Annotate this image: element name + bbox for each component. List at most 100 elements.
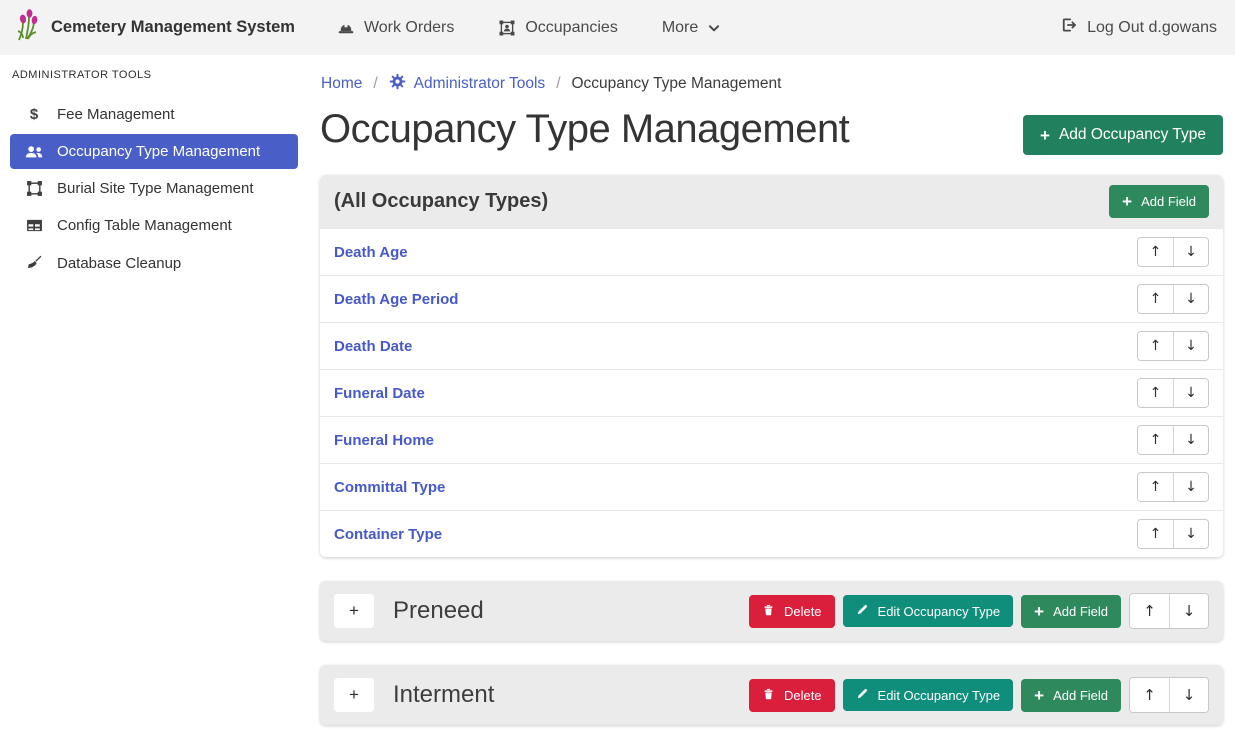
sidebar-item-label: Occupancy Type Management [57,143,260,160]
reorder-group: ↑ ↓ [1137,519,1209,549]
edit-label: Edit Occupancy Type [878,604,1001,619]
move-up-button[interactable]: ↑ [1138,426,1173,454]
delete-button[interactable]: Delete [749,595,835,628]
move-up-button[interactable]: ↑ [1138,473,1173,501]
move-up-button[interactable]: ↑ [1138,332,1173,360]
breadcrumb-admin-tools-label: Administrator Tools [414,75,546,93]
broom-icon [24,254,44,272]
field-row: Funeral Date ↑ ↓ [320,369,1223,416]
logout-label: Log Out d.gowans [1087,19,1217,37]
section-title: Interment [393,681,494,709]
brand[interactable]: Cemetery Management System [14,9,295,46]
sidebar-item-database-cleanup[interactable]: Database Cleanup [10,245,298,281]
main-content: Home / [308,55,1235,738]
move-up-button[interactable]: ↑ [1138,379,1173,407]
sign-out-icon [1060,16,1078,39]
breadcrumb-current: Occupancy Type Management [572,75,782,93]
logout-button[interactable]: Log Out d.gowans [1060,16,1217,39]
dollar-icon: $ [24,106,44,123]
add-occupancy-type-button[interactable]: + Add Occupancy Type [1023,115,1223,155]
delete-label: Delete [784,688,822,703]
card-title: (All Occupancy Types) [334,190,548,213]
move-down-button[interactable]: ↓ [1173,426,1208,454]
sidebar-item-label: Database Cleanup [57,255,181,272]
move-down-button[interactable]: ↓ [1173,379,1208,407]
move-down-button[interactable]: ↓ [1173,520,1208,548]
sidebar-item-burial-site-type-management[interactable]: Burial Site Type Management [10,171,298,206]
move-down-button[interactable]: ↓ [1173,473,1208,501]
nav-work-orders[interactable]: Work Orders [337,19,454,37]
move-up-button[interactable]: ↑ [1130,678,1169,712]
add-field-button[interactable]: + Add Field [1109,185,1209,218]
field-link[interactable]: Funeral Date [334,385,425,402]
users-icon [24,144,44,160]
plus-icon: + [1034,603,1044,620]
breadcrumb: Home / [321,73,1223,95]
move-down-button[interactable]: ↓ [1169,594,1208,628]
reorder-group: ↑ ↓ [1137,284,1209,314]
vector-square-icon [24,180,44,197]
sidebar-item-config-table-management[interactable]: Config Table Management [10,208,298,243]
edit-occupancy-type-button[interactable]: Edit Occupancy Type [843,679,1014,711]
nav-more[interactable]: More [662,19,721,37]
reorder-group: ↑ ↓ [1137,237,1209,267]
main-nav: Work Orders Occupancies More [337,19,721,37]
edit-occupancy-type-button[interactable]: Edit Occupancy Type [843,595,1014,627]
add-field-label: Add Field [1053,604,1108,619]
reorder-group: ↑ ↓ [1129,677,1209,713]
nav-occupancies-label: Occupancies [525,19,618,37]
occupancy-type-section-preneed: + Preneed Delete [320,581,1223,641]
field-row: Death Date ↑ ↓ [320,322,1223,369]
move-up-button[interactable]: ↑ [1138,520,1173,548]
sidebar-item-occupancy-type-management[interactable]: Occupancy Type Management [10,134,298,169]
move-up-button[interactable]: ↑ [1130,594,1169,628]
field-link[interactable]: Container Type [334,526,442,543]
sidebar-section-title: ADMINISTRATOR TOOLS [0,59,308,95]
expand-button[interactable]: + [334,594,374,628]
occupancy-square-icon [498,19,516,37]
breadcrumb-admin-tools-link[interactable]: Administrator Tools [389,73,546,95]
field-link[interactable]: Death Age Period [334,291,458,308]
nav-work-orders-label: Work Orders [364,19,454,37]
field-row: Committal Type ↑ ↓ [320,463,1223,510]
sidebar-item-fee-management[interactable]: $ Fee Management [10,97,298,132]
sidebar-item-label: Burial Site Type Management [57,180,254,197]
nav-occupancies[interactable]: Occupancies [498,19,618,37]
all-occupancy-types-card: (All Occupancy Types) + Add Field Death … [320,175,1223,557]
reorder-group: ↑ ↓ [1129,593,1209,629]
add-field-button[interactable]: + Add Field [1021,679,1121,712]
move-up-button[interactable]: ↑ [1138,285,1173,313]
hard-hat-icon [337,19,355,37]
field-link[interactable]: Death Date [334,338,412,355]
brand-title: Cemetery Management System [51,18,295,37]
nav-more-label: More [662,19,698,37]
breadcrumb-separator: / [556,75,560,93]
section-actions: Delete Edit Occupancy Type + Add Field ↑ [749,593,1209,629]
field-link[interactable]: Funeral Home [334,432,434,449]
move-down-button[interactable]: ↓ [1173,238,1208,266]
chevron-down-icon [707,21,721,35]
sidebar: ADMINISTRATOR TOOLS $ Fee Management Occ… [0,55,308,738]
pencil-icon [856,687,869,703]
field-link[interactable]: Committal Type [334,479,445,496]
reorder-group: ↑ ↓ [1137,472,1209,502]
move-down-button[interactable]: ↓ [1173,332,1208,360]
move-down-button[interactable]: ↓ [1173,285,1208,313]
reorder-group: ↑ ↓ [1137,331,1209,361]
plus-icon: + [1040,127,1050,144]
reorder-group: ↑ ↓ [1137,425,1209,455]
add-field-label: Add Field [1053,688,1108,703]
move-down-button[interactable]: ↓ [1169,678,1208,712]
top-navbar: Cemetery Management System Work Orders [0,0,1235,55]
delete-label: Delete [784,604,822,619]
move-up-button[interactable]: ↑ [1138,238,1173,266]
sidebar-item-label: Config Table Management [57,217,232,234]
plus-icon: + [1122,193,1132,210]
delete-button[interactable]: Delete [749,679,835,712]
field-link[interactable]: Death Age [334,244,408,261]
add-occupancy-type-label: Add Occupancy Type [1059,126,1206,144]
section-actions: Delete Edit Occupancy Type + Add Field ↑ [749,677,1209,713]
add-field-button[interactable]: + Add Field [1021,595,1121,628]
breadcrumb-home-link[interactable]: Home [321,75,362,93]
expand-button[interactable]: + [334,678,374,712]
